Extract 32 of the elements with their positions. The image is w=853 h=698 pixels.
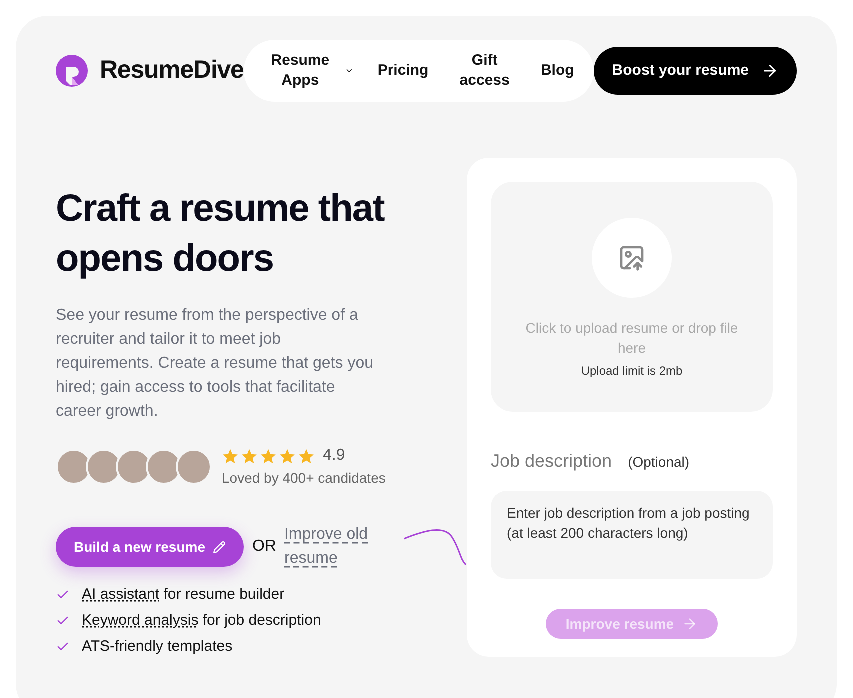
job-description-field[interactable]: Enter job description from a job posting (at least 200 characters long)	[491, 491, 773, 579]
curve-line	[404, 529, 468, 567]
image-upload-icon	[618, 244, 646, 272]
star-icon	[298, 448, 315, 464]
logo-icon	[56, 55, 88, 87]
arrow-right-icon	[761, 62, 779, 80]
nav-link[interactable]: Gift access	[452, 51, 517, 91]
upload-prompt: Click to upload resume or drop file here	[524, 319, 740, 358]
star-icon	[279, 448, 296, 464]
star-icon	[260, 448, 277, 464]
boost-resume-button[interactable]: Boost your resume	[594, 47, 797, 95]
hero-description: See your resume from the perspective of a recruiter and tailor it to meet job requirements. Create a resume that gets you hired; gain access to tools that facilitate career growth.	[56, 306, 374, 422]
pencil-icon	[213, 540, 226, 554]
upload-dropzone[interactable]: Click to upload resume or drop file here Upload limit is 2mb	[491, 182, 773, 412]
feature-text: AI assistant for resume builder	[82, 585, 285, 605]
upload-limit: Upload limit is 2mb	[581, 363, 683, 380]
nav-link[interactable]: Pricing	[378, 61, 429, 81]
nav-link[interactable]: Resume Apps	[264, 51, 354, 91]
optional-note: (Optional)	[628, 453, 690, 472]
improve-old-resume-link[interactable]: Improve old resume	[284, 523, 394, 571]
rating-caption: Loved by 400+ candidates	[222, 469, 386, 488]
rating-score: 4.9	[323, 446, 346, 466]
hero-title: Craft a resume that opens doors	[56, 187, 386, 282]
feature-text: ATS-friendly templates	[82, 637, 233, 657]
star-icon	[222, 448, 239, 464]
job-description-label: Job description	[491, 450, 612, 473]
star-icon	[241, 448, 258, 464]
build-resume-button[interactable]: Build a new resume	[56, 527, 244, 567]
brand-name: ResumeDive	[100, 55, 244, 86]
feature-text: Keyword analysis for job description	[82, 611, 322, 631]
nav-link[interactable]: Blog	[540, 61, 574, 81]
or-separator: OR	[252, 537, 276, 557]
